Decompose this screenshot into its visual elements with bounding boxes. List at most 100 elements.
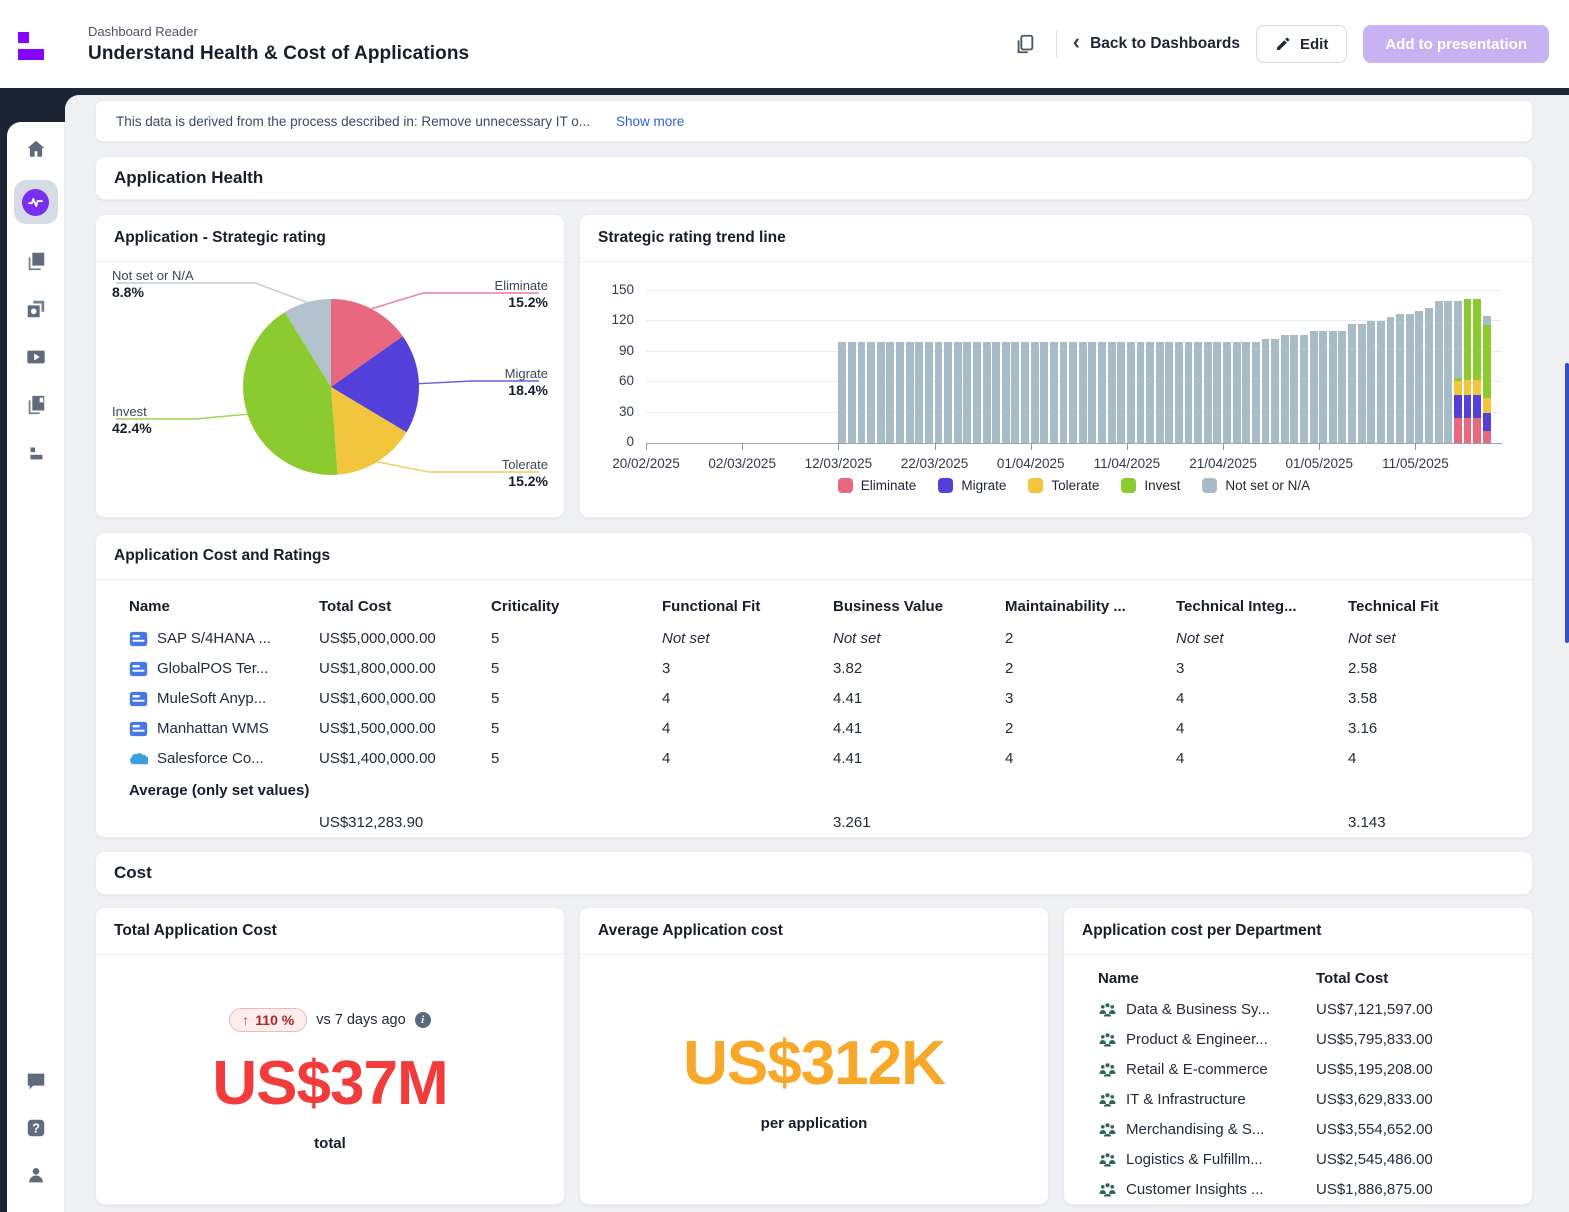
page-scrollbar-thumb[interactable] [1565,363,1569,643]
trend-bar[interactable] [906,342,914,443]
department-name-cell[interactable]: Data & Business Sy... [1098,995,1316,1025]
sidebar-item-home[interactable] [25,138,47,160]
trend-bar[interactable] [1387,317,1395,443]
sidebar-item-videos[interactable] [25,346,47,368]
trend-bar[interactable] [848,342,856,443]
back-to-dashboards-link[interactable]: ‹ Back to Dashboards [1073,33,1240,55]
trend-bar[interactable] [1367,321,1375,443]
sidebar-item-feedback[interactable] [25,1070,47,1092]
trend-bar[interactable] [1021,342,1029,443]
trend-bar[interactable] [1252,342,1260,443]
app-logo[interactable] [14,22,62,66]
application-name-cell[interactable]: GlobalPOS Ter... [129,654,319,684]
trend-bar[interactable] [925,342,933,443]
trend-bar[interactable] [1290,335,1298,443]
trend-bar[interactable] [1262,339,1270,443]
trend-bar[interactable] [1348,324,1356,443]
trend-bar[interactable] [858,342,866,443]
application-name-cell[interactable]: Salesforce Co... [129,744,319,774]
trend-bar[interactable] [1396,314,1404,443]
trend-bar[interactable] [983,342,991,443]
trend-bar[interactable] [1377,321,1385,443]
trend-bar[interactable] [1031,342,1039,443]
trend-stacked-bar[interactable] [1483,316,1491,443]
edit-button[interactable]: Edit [1256,25,1347,63]
trend-bar[interactable] [1194,342,1202,443]
sidebar-item-library[interactable] [25,394,47,416]
trend-bar[interactable] [838,342,846,443]
trend-bar[interactable] [954,342,962,443]
sidebar-item-help[interactable]: ? [25,1117,47,1139]
sidebar-item-dashboards-active[interactable] [14,180,58,224]
trend-bar[interactable] [1329,331,1337,444]
trend-bar[interactable] [1002,342,1010,443]
department-name-cell[interactable]: Merchandising & S... [1098,1115,1316,1145]
trend-bar[interactable] [1079,342,1087,443]
trend-bar[interactable] [1406,314,1414,443]
trend-bar[interactable] [1127,342,1135,443]
trend-bar[interactable] [1319,331,1327,444]
trend-bar[interactable] [1300,335,1308,443]
sidebar-item-inventory[interactable] [25,442,47,464]
legend-item-eliminate[interactable]: Eliminate [838,478,917,493]
legend-item-tolerate[interactable]: Tolerate [1028,478,1099,493]
trend-bar[interactable] [1156,342,1164,443]
trend-bar[interactable] [1050,342,1058,443]
trend-bar[interactable] [1060,342,1068,443]
legend-item-not-set-or-n-a[interactable]: Not set or N/A [1202,478,1310,493]
trend-bar[interactable] [1444,301,1452,443]
trend-stacked-bar[interactable] [1473,299,1481,443]
trend-stacked-bar[interactable] [1464,299,1472,443]
trend-bar[interactable] [1310,331,1318,444]
trend-bar[interactable] [973,342,981,443]
trend-bar[interactable] [1425,308,1433,443]
trend-bar[interactable] [1281,335,1289,443]
legend-item-migrate[interactable]: Migrate [938,478,1006,493]
trend-bar[interactable] [886,342,894,443]
legend-item-invest[interactable]: Invest [1121,478,1180,493]
info-icon[interactable]: i [415,1012,431,1028]
add-to-presentation-button[interactable]: Add to presentation [1363,25,1549,63]
trend-stacked-bar[interactable] [1454,301,1462,443]
department-name-cell[interactable]: Product & Engineer... [1098,1025,1316,1055]
trend-bar[interactable] [1088,342,1096,443]
application-name-cell[interactable]: MuleSoft Anyp... [129,684,319,714]
trend-bar[interactable] [1175,342,1183,443]
trend-bar[interactable] [1069,342,1077,443]
trend-bar[interactable] [1435,301,1443,443]
trend-bar[interactable] [1137,342,1145,443]
trend-bar[interactable] [1271,339,1279,443]
trend-bar[interactable] [896,342,904,443]
trend-bar[interactable] [1185,342,1193,443]
trend-bar[interactable] [877,342,885,443]
trend-bar[interactable] [915,342,923,443]
application-name-cell[interactable]: SAP S/4HANA ... [129,624,319,654]
trend-bar[interactable] [867,342,875,443]
trend-bar[interactable] [1233,342,1241,443]
trend-bar[interactable] [963,342,971,443]
sidebar-item-profile[interactable] [25,1164,47,1186]
trend-bar[interactable] [1358,324,1366,443]
trend-bar[interactable] [944,342,952,443]
show-more-link[interactable]: Show more [616,114,684,129]
trend-bar[interactable] [1040,342,1048,443]
trend-bar[interactable] [1117,342,1125,443]
sidebar-item-snapshots[interactable] [25,298,47,320]
trend-bar[interactable] [1165,342,1173,443]
department-name-cell[interactable]: Logistics & Fulfillm... [1098,1145,1316,1175]
trend-bar[interactable] [1146,342,1154,443]
trend-bar[interactable] [1204,342,1212,443]
trend-bar[interactable] [1415,311,1423,443]
copy-icon[interactable] [1010,29,1040,59]
trend-bar[interactable] [935,342,943,443]
trend-bar[interactable] [1223,342,1231,443]
trend-bar[interactable] [1011,342,1019,443]
trend-bar[interactable] [1213,342,1221,443]
trend-bar[interactable] [1338,331,1346,444]
application-name-cell[interactable]: Manhattan WMS [129,714,319,744]
trend-bar[interactable] [992,342,1000,443]
department-name-cell[interactable]: Retail & E-commerce [1098,1055,1316,1085]
sidebar-item-reports[interactable] [25,250,47,272]
trend-bar[interactable] [1242,342,1250,443]
trend-bar[interactable] [1098,342,1106,443]
